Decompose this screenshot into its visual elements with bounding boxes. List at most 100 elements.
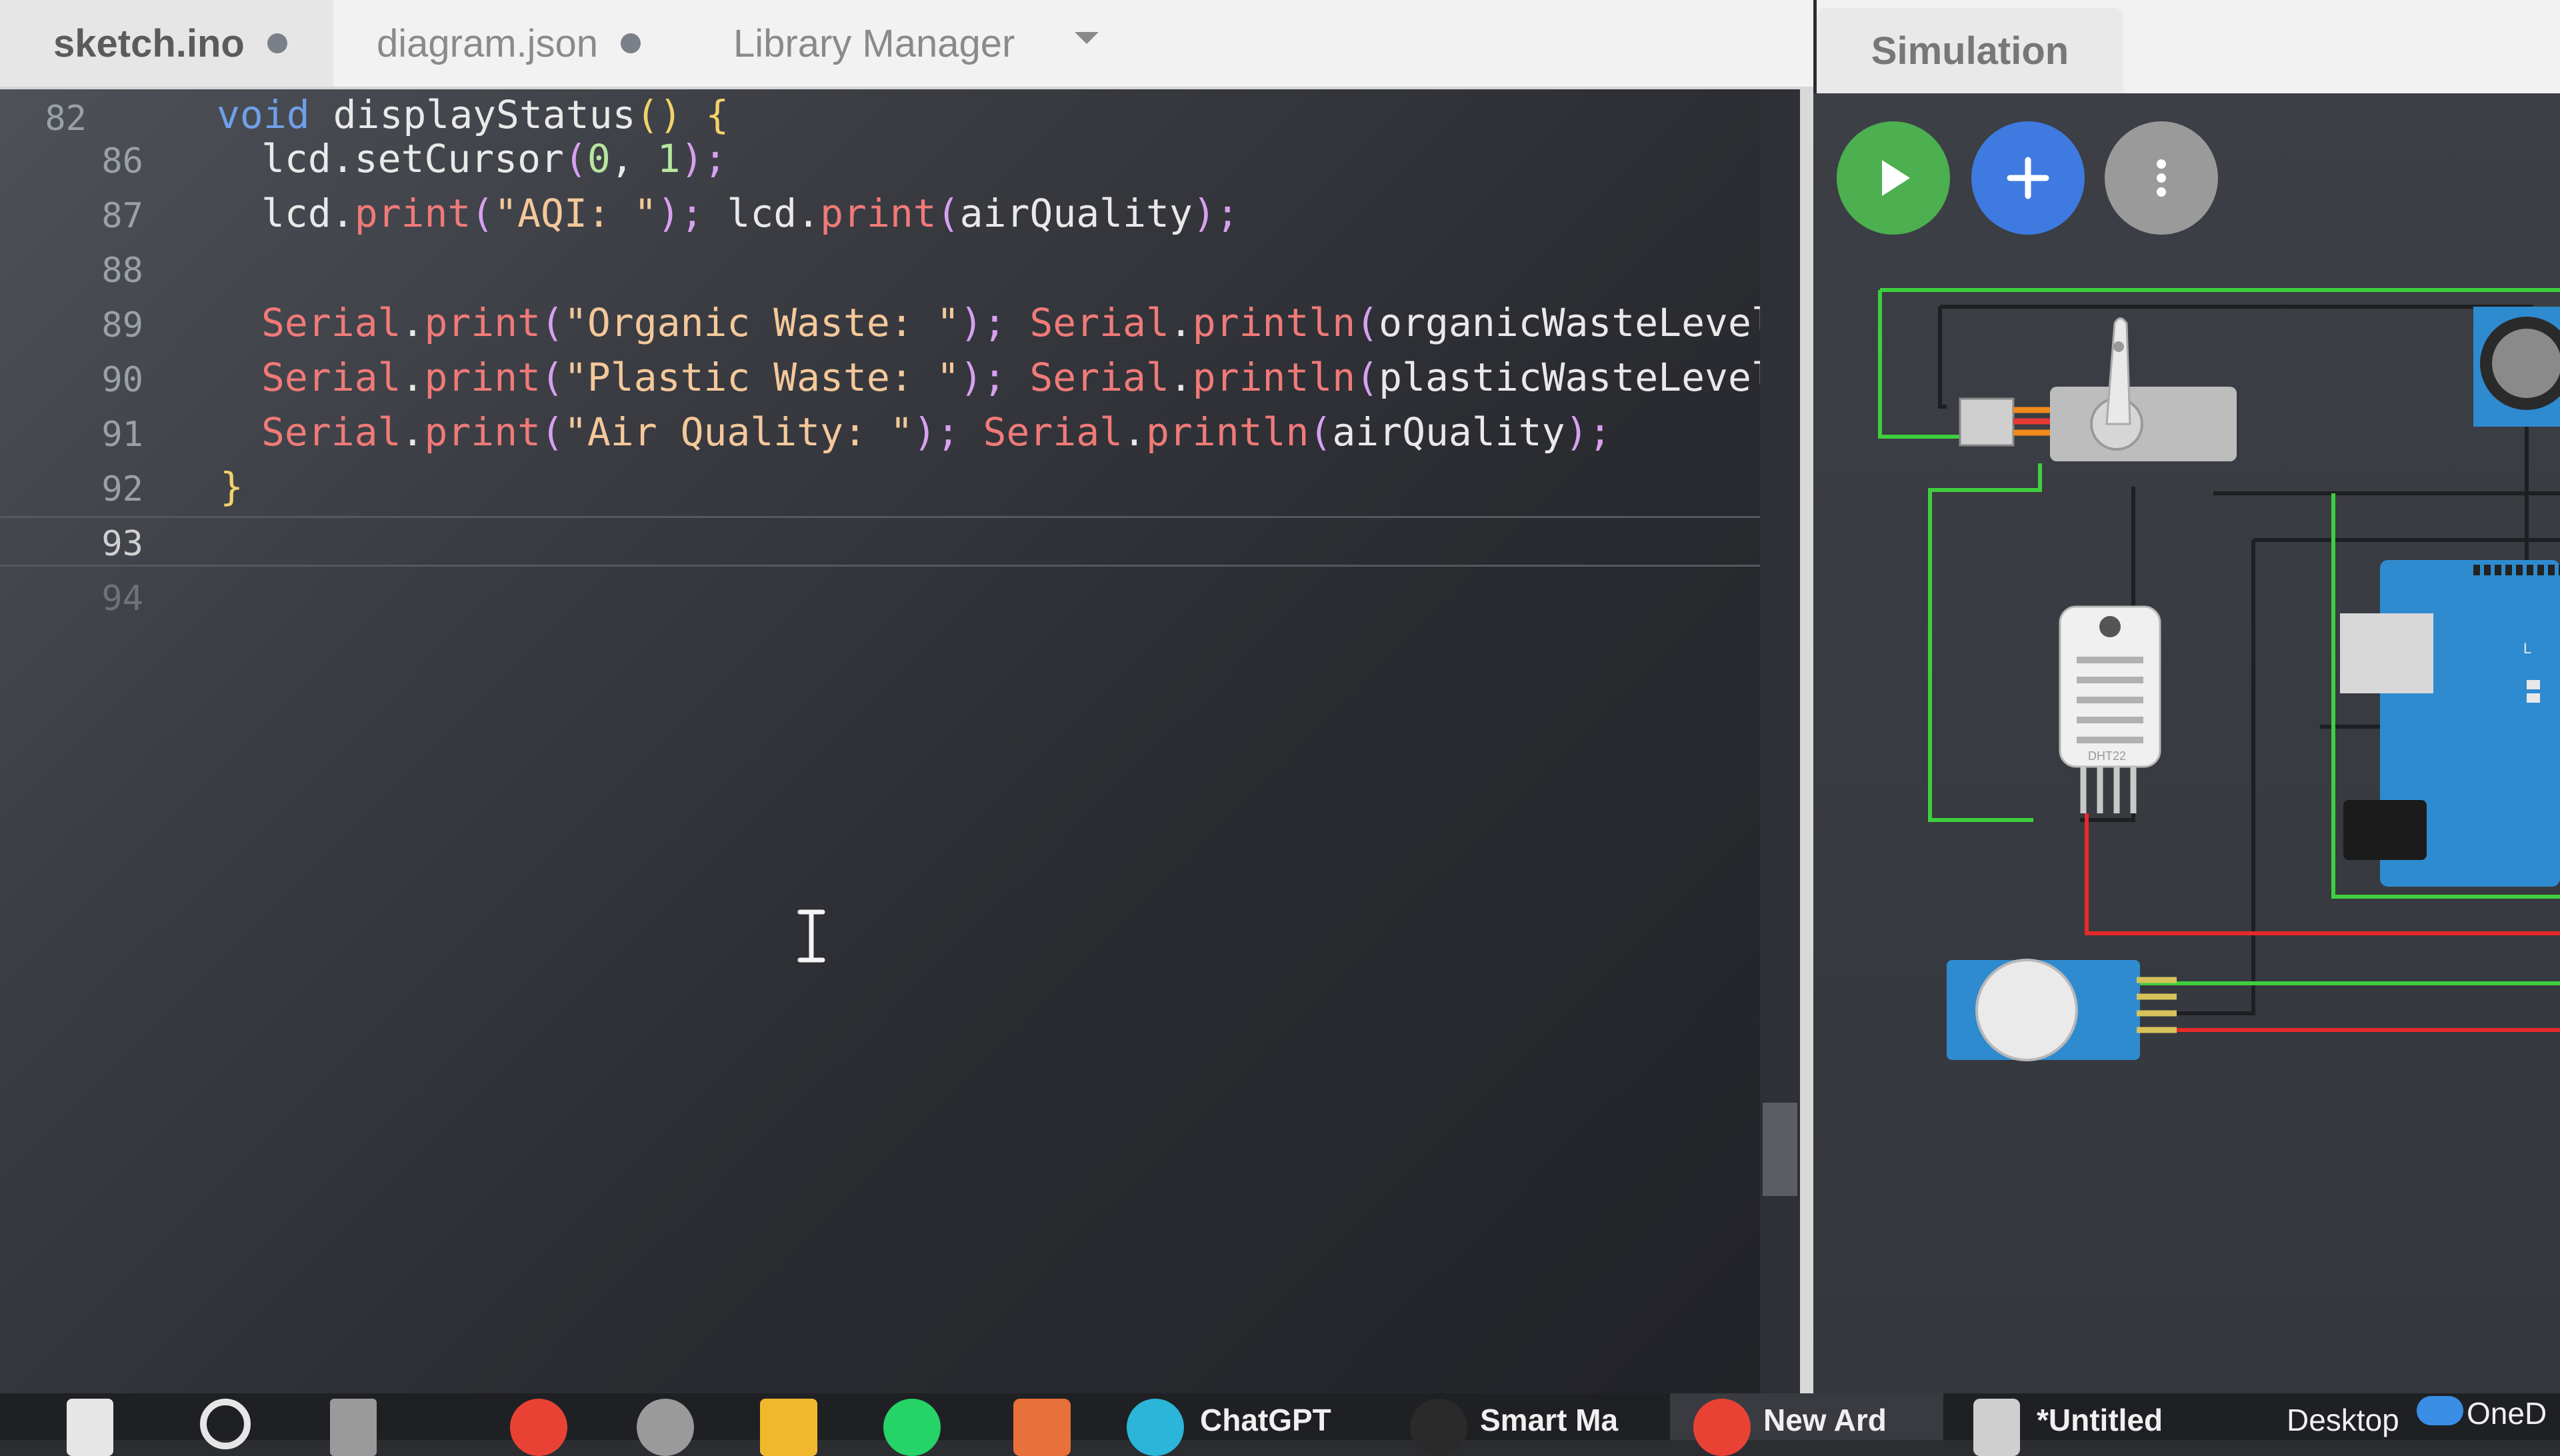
- function-token: print: [354, 191, 471, 236]
- text-cursor-icon: [797, 909, 825, 963]
- class-token: Serial: [959, 409, 1123, 455]
- cloud-icon[interactable]: [2417, 1396, 2463, 1425]
- gas-sensor-module[interactable]: [1947, 959, 2177, 1061]
- paren-token: (: [1355, 300, 1379, 345]
- dot-token: .: [401, 300, 425, 345]
- paren-token: );: [1565, 409, 1612, 455]
- unsaved-dot-icon: [621, 33, 641, 53]
- class-token: Serial: [261, 409, 401, 455]
- call-token: lcd.setCursor: [261, 136, 564, 181]
- paren-token: );: [1192, 191, 1239, 236]
- circuit-diagram[interactable]: L DHT22: [1813, 93, 2560, 1393]
- tab-label: Library Manager: [733, 21, 1015, 65]
- taskbar-label: *Untitled: [2037, 1403, 2163, 1437]
- notepad-icon[interactable]: [1973, 1399, 2020, 1456]
- dht22-sensor[interactable]: DHT22: [2059, 605, 2161, 813]
- tab-sketch-ino[interactable]: sketch.ino: [0, 0, 333, 87]
- function-token: println: [1192, 300, 1356, 345]
- identifier-token: organicWasteLevel: [1379, 300, 1775, 345]
- line-number-gutter: 82 86 87 88 89 90 91 92 93 94: [0, 89, 173, 1393]
- scrollbar-thumb[interactable]: [1763, 1103, 1797, 1196]
- function-token: print: [424, 300, 541, 345]
- whatsapp-icon[interactable]: [883, 1399, 941, 1456]
- start-icon[interactable]: [67, 1399, 113, 1456]
- board-pin-label: L: [2523, 640, 2531, 657]
- taskbar-label: New Ard: [1763, 1403, 1887, 1437]
- unsaved-dot-icon: [267, 33, 287, 53]
- wire: [1928, 463, 2042, 822]
- taskbar-item-untitled[interactable]: *Untitled: [2037, 1400, 2163, 1440]
- taskbar-item-new-ard[interactable]: New Ard: [1763, 1400, 1887, 1440]
- arduino-board[interactable]: L: [2340, 560, 2560, 887]
- taskbar-onedrive[interactable]: OneD: [2467, 1393, 2547, 1433]
- code-line: void displayStatus() {: [217, 92, 729, 137]
- class-token: Serial: [261, 300, 401, 345]
- taskbar-item-smart[interactable]: Smart Ma: [1480, 1400, 1618, 1440]
- dot-token: .: [401, 409, 425, 455]
- paren-token: (: [541, 300, 564, 345]
- line-number: 94: [101, 579, 143, 619]
- paren-token: );: [959, 300, 1007, 345]
- paren-token: (): [635, 92, 683, 137]
- editor-tab-bar: sketch.ino diagram.json Library Manager: [0, 0, 1813, 89]
- line-number: 86: [101, 141, 143, 181]
- function-token: print: [424, 355, 541, 400]
- dot-token: .: [1169, 355, 1193, 400]
- taskbar-label: ChatGPT: [1200, 1403, 1331, 1437]
- taskbar-desktop[interactable]: Desktop: [2287, 1400, 2399, 1440]
- dot-token: .: [1169, 300, 1193, 345]
- code-line: Serial.print("Organic Waste: "); Serial.…: [261, 300, 1800, 345]
- tab-library-manager[interactable]: Library Manager: [680, 0, 1053, 87]
- simulation-panel: L DHT22: [1813, 93, 2560, 1393]
- servo-motor[interactable]: [1959, 317, 2237, 462]
- function-token: print: [424, 409, 541, 455]
- smart-app-icon[interactable]: [1410, 1399, 1467, 1456]
- search-icon[interactable]: [200, 1399, 251, 1449]
- code-line: Serial.print("Plastic Waste: "); Serial.…: [261, 355, 1800, 400]
- file-explorer-icon[interactable]: [760, 1399, 817, 1456]
- paren-token: );: [959, 355, 1007, 400]
- object-token: lcd.: [703, 191, 821, 236]
- paren-token: );: [680, 136, 727, 181]
- tab-diagram-json[interactable]: diagram.json: [323, 0, 670, 87]
- identifier-token: plasticWasteLevel: [1379, 355, 1775, 400]
- string-token: "Organic Waste: ": [563, 300, 960, 345]
- app-icon[interactable]: [1013, 1399, 1071, 1456]
- function-name-token: displayStatus: [309, 92, 636, 137]
- dot-token: .: [1123, 409, 1146, 455]
- keyword-token: void: [217, 92, 310, 137]
- tab-label: Simulation: [1871, 29, 2069, 73]
- current-line-highlight: [0, 516, 1800, 567]
- sensor-label: DHT22: [2088, 749, 2126, 763]
- code-line: lcd.print("AQI: "); lcd.print(airQuality…: [261, 191, 1239, 236]
- dot-token: .: [401, 355, 425, 400]
- code-line: Serial.print("Air Quality: "); Serial.pr…: [261, 409, 1611, 455]
- task-view-icon[interactable]: [330, 1399, 377, 1456]
- paren-token: (: [1309, 409, 1333, 455]
- brace-token: {: [682, 92, 729, 137]
- paren-token: (: [541, 355, 564, 400]
- wire: [1878, 290, 1960, 439]
- panel-divider[interactable]: [1800, 89, 1813, 1393]
- class-token: Serial: [1006, 355, 1169, 400]
- code-editor[interactable]: 82 86 87 88 89 90 91 92 93 94 void displ…: [0, 89, 1800, 1393]
- brace-token: }: [220, 464, 243, 509]
- paren-token: (: [1355, 355, 1379, 400]
- function-token: print: [820, 191, 937, 236]
- chrome-window-icon[interactable]: [1693, 1399, 1751, 1456]
- settings-icon[interactable]: [637, 1399, 694, 1456]
- line-number: 90: [101, 360, 143, 400]
- chatgpt-app-icon[interactable]: [1127, 1399, 1184, 1456]
- taskbar-item-chatgpt[interactable]: ChatGPT: [1200, 1400, 1331, 1440]
- chevron-down-icon[interactable]: [1075, 32, 1099, 44]
- number-token: 0: [587, 136, 611, 181]
- tab-simulation[interactable]: Simulation: [1817, 8, 2123, 93]
- taskbar: ChatGPT Smart Ma New Ard *Untitled Deskt…: [0, 1393, 2560, 1456]
- chrome-icon[interactable]: [510, 1399, 567, 1456]
- function-token: println: [1145, 409, 1309, 455]
- comma-token: ,: [610, 136, 657, 181]
- paren-token: (: [471, 191, 495, 236]
- line-number: 88: [101, 251, 143, 291]
- buzzer-component[interactable]: [2473, 307, 2560, 427]
- vertical-scrollbar[interactable]: [1760, 89, 1800, 1393]
